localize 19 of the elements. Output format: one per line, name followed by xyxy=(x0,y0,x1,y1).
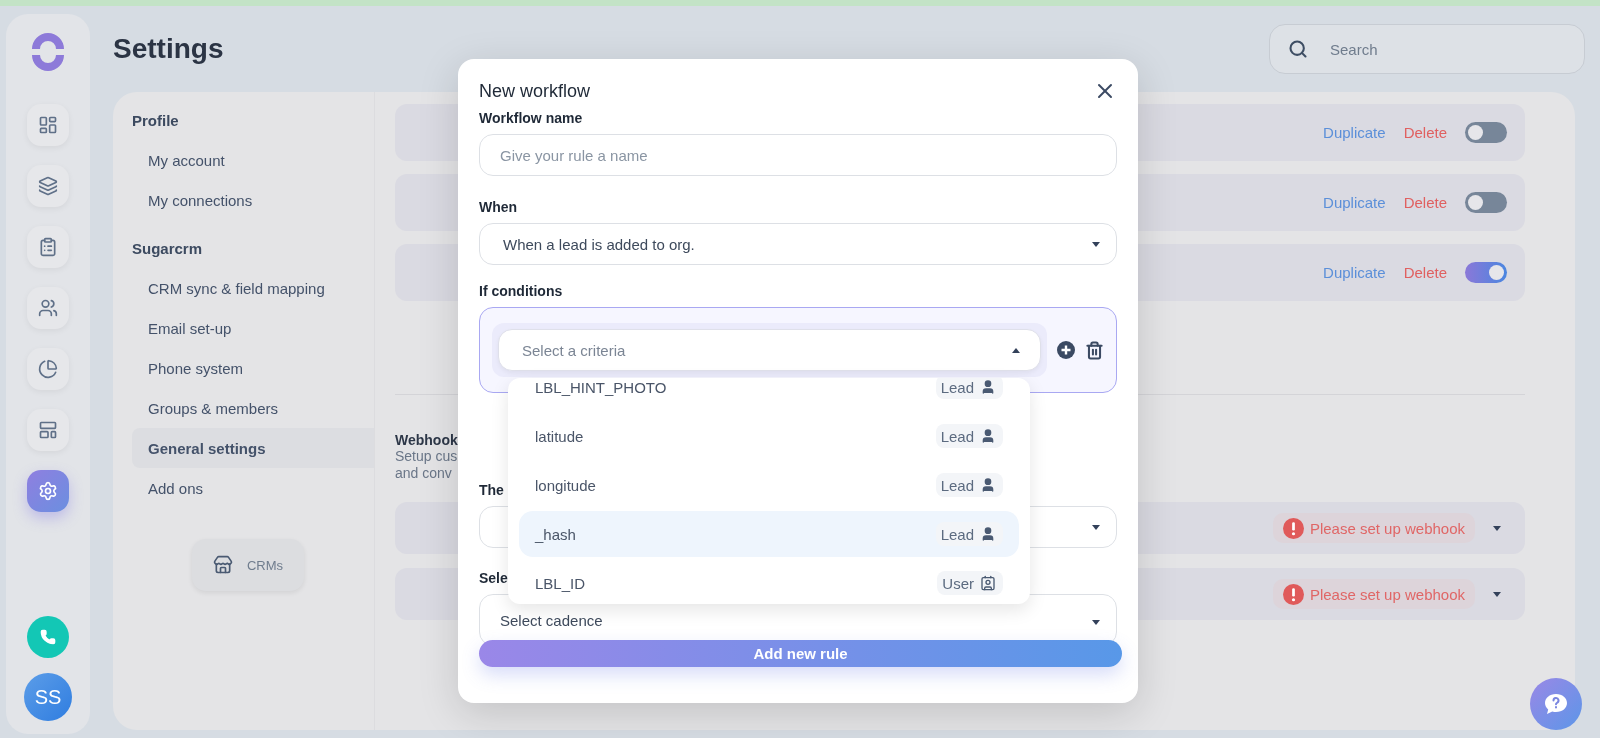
type-tag: Lead xyxy=(935,522,1003,546)
field-label: Workflow name xyxy=(479,110,583,126)
field-label: The xyxy=(479,482,504,498)
field-label: Sele xyxy=(479,570,508,586)
section-description: and conv xyxy=(395,465,452,482)
warning-badge: Please set up webhook xyxy=(1272,513,1475,543)
dialog-title: New workflow xyxy=(479,80,591,102)
page-title: Settings xyxy=(113,33,224,65)
warning-badge: Please set up webhook xyxy=(1272,579,1475,609)
type-tag: Lead xyxy=(935,378,1003,399)
section-title: Webhook xyxy=(395,432,458,448)
nav-section-title: Profile xyxy=(132,112,180,129)
type-tag: Lead xyxy=(935,424,1003,448)
type-tag: Lead xyxy=(935,473,1003,497)
nav-section-title: Sugarcrm xyxy=(132,240,204,257)
field-label: If conditions xyxy=(479,283,563,299)
field-label: When xyxy=(479,199,518,215)
section-description: Setup cus xyxy=(395,448,458,465)
type-tag: User xyxy=(937,571,1003,595)
